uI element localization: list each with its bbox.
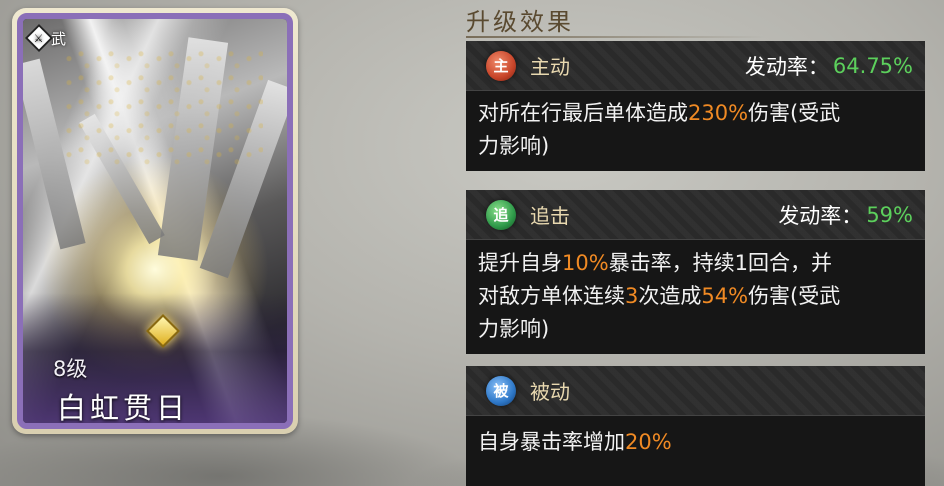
card-type-badge: ⚔ 武: [24, 23, 67, 53]
crit-value: 10%: [562, 251, 609, 275]
description-text: 伤害(受武: [748, 284, 841, 308]
description-line: 对敌方单体连续3次造成54%伤害(受武: [478, 280, 913, 313]
skill-header: 追 追击 发动率： 59%: [466, 190, 925, 240]
description-line: 提升自身10%暴击率，持续1回合，并: [478, 247, 913, 280]
skill-header: 被 被动: [466, 366, 925, 416]
description-line: 对所在行最后单体造成230%伤害(受武: [478, 97, 913, 130]
skill-description: 自身暴击率增加20%: [466, 416, 925, 486]
sword-diamond-icon: ⚔: [24, 23, 54, 53]
card-level: 8级: [53, 357, 88, 381]
description-text: 次造成: [638, 284, 702, 308]
damage-value: 54%: [701, 284, 749, 308]
trigger-rate-label: 发动率：: [778, 204, 863, 228]
description-text: 暴击率，持续1回合，并: [608, 251, 833, 275]
description-text: 伤害(受武: [748, 101, 841, 125]
pursuit-skill-icon: 追: [486, 199, 516, 230]
description-line: 力影响): [478, 130, 913, 163]
skill-type-label: 主动: [530, 55, 570, 79]
description-text: 力影响): [478, 317, 550, 341]
skill-card[interactable]: ⚔ 武 8级 白虹贯日: [12, 8, 298, 434]
card-type-label: 武: [51, 29, 67, 48]
upgrade-effect-title: 升级效果: [466, 8, 574, 36]
skill-header: 主 主动 发动率： 64.75%: [466, 41, 925, 91]
gold-dust-effect: [63, 49, 263, 169]
skill-block-pursuit: 追 追击 发动率： 59% 提升自身10%暴击率，持续1回合，并 对敌方单体连续…: [466, 190, 925, 354]
description-text: 对所在行最后单体造成: [478, 101, 688, 125]
title-underline: [466, 36, 766, 38]
trigger-rate-label: 发动率：: [744, 55, 829, 79]
pursuit-skill-icon-char: 追: [493, 206, 509, 224]
passive-skill-icon: 被: [486, 375, 516, 406]
trigger-rate: 发动率： 64.75%: [745, 41, 913, 91]
hit-count-value: 3: [625, 284, 639, 308]
damage-value: 230%: [688, 101, 749, 125]
description-text: 力影响): [478, 134, 550, 158]
passive-skill-icon-char: 被: [493, 382, 509, 400]
skill-block-active: 主 主动 发动率： 64.75% 对所在行最后单体造成230%伤害(受武 力影响…: [466, 41, 925, 171]
skill-description: 提升自身10%暴击率，持续1回合，并 对敌方单体连续3次造成54%伤害(受武 力…: [466, 240, 925, 354]
active-skill-icon: 主: [486, 50, 516, 81]
active-skill-icon-char: 主: [493, 57, 509, 75]
card-skill-name: 白虹贯日: [57, 391, 190, 425]
skill-type-label: 追击: [530, 204, 570, 228]
description-text: 自身暴击率增加: [478, 430, 625, 454]
crit-bonus-value: 20%: [625, 430, 672, 454]
description-text: 对敌方单体连续: [478, 284, 625, 308]
description-line: 自身暴击率增加20%: [478, 426, 913, 459]
skill-card-frame: ⚔ 武 8级 白虹贯日: [17, 13, 293, 429]
skill-description: 对所在行最后单体造成230%伤害(受武 力影响): [466, 91, 925, 171]
trigger-rate: 发动率： 59%: [778, 190, 913, 240]
trigger-rate-value: 64.75%: [832, 54, 913, 78]
description-text: 提升自身: [478, 251, 562, 275]
skill-type-label: 被动: [530, 380, 570, 404]
skill-block-passive: 被 被动 自身暴击率增加20%: [466, 366, 925, 486]
trigger-rate-value: 59%: [866, 203, 913, 227]
description-line: 力影响): [478, 313, 913, 346]
